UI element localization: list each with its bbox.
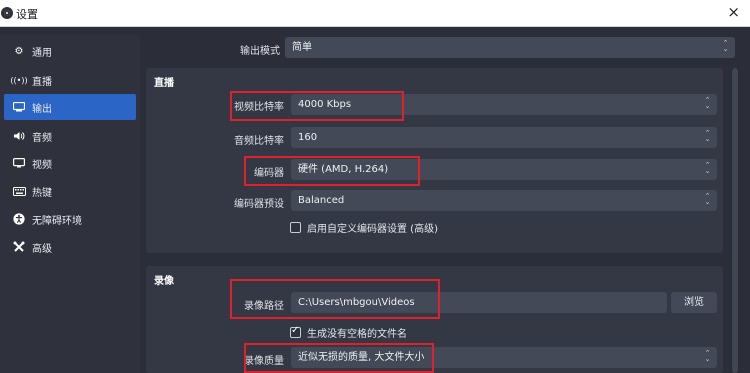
sidebar-item-label: 输出 xyxy=(32,103,52,115)
encoder-label: 编码器 xyxy=(254,168,284,179)
video-bitrate-value: 4000 Kbps xyxy=(298,99,352,110)
audio-bitrate-select[interactable]: 160 ⌃ ⌄ xyxy=(291,127,717,148)
sidebar-item-accessibility[interactable]: 无障碍环境 xyxy=(4,206,136,232)
sidebar-item-label: 音频 xyxy=(32,132,52,144)
chevron-updown-icon: ⌃ ⌄ xyxy=(704,129,711,143)
browse-button[interactable]: 浏览 xyxy=(671,292,717,313)
gear-icon: ⚙ xyxy=(14,45,24,57)
sidebar-item-label: 热键 xyxy=(32,187,52,199)
sidebar-item-general[interactable]: ⚙ 通用 xyxy=(4,38,136,64)
tools-icon xyxy=(11,241,27,253)
speaker-icon xyxy=(11,131,27,141)
recording-path-input[interactable]: C:\Users\mbgou\Videos xyxy=(291,292,667,313)
scrollbar-thumb[interactable] xyxy=(732,68,738,373)
recording-path-value: C:\Users\mbgou\Videos xyxy=(298,297,415,308)
encoder-preset-value: Balanced xyxy=(298,195,345,206)
sidebar-item-hotkeys[interactable]: 热键 xyxy=(4,178,136,204)
sidebar-item-label: 高级 xyxy=(32,243,52,255)
app-logo-icon xyxy=(1,7,13,19)
sidebar-item-label: 直播 xyxy=(32,76,52,88)
chevron-updown-icon: ⌃ ⌄ xyxy=(704,192,711,206)
window-title: 设置 xyxy=(16,8,38,21)
close-icon[interactable]: × xyxy=(727,3,740,21)
output-mode-select[interactable]: 简单 ⌃ ⌄ xyxy=(285,37,735,58)
chevron-updown-icon: ⌃ ⌄ xyxy=(722,39,729,53)
recording-quality-label: 录像质量 xyxy=(244,356,284,367)
encoder-preset-select[interactable]: Balanced ⌃ ⌄ xyxy=(291,190,717,211)
sidebar-item-label: 通用 xyxy=(32,47,52,59)
sidebar-item-audio[interactable]: 音频 xyxy=(4,123,136,149)
recording-path-label: 录像路径 xyxy=(244,301,284,312)
no-space-filename-label: 生成没有空格的文件名 xyxy=(307,329,407,340)
display-icon xyxy=(11,158,27,168)
checkbox-icon xyxy=(290,222,301,233)
keyboard-icon xyxy=(11,186,27,196)
sidebar-item-label: 视频 xyxy=(32,159,52,171)
recording-group-title: 录像 xyxy=(154,276,174,287)
chevron-updown-icon: ⌃ ⌄ xyxy=(704,349,711,363)
encoder-value: 硬件 (AMD, H.264) xyxy=(298,164,389,175)
accessibility-icon xyxy=(11,213,27,225)
sidebar-item-output[interactable]: 输出 xyxy=(4,94,136,120)
audio-bitrate-value: 160 xyxy=(298,132,318,143)
video-bitrate-spinbox[interactable]: 4000 Kbps ⌃ ⌄ xyxy=(291,94,717,115)
video-bitrate-label: 视频比特率 xyxy=(234,102,284,113)
stream-group-title: 直播 xyxy=(154,78,174,89)
settings-scrollbar[interactable] xyxy=(731,68,739,373)
sidebar-item-stream[interactable]: ((•)) 直播 xyxy=(4,67,136,93)
sidebar-item-label: 无障碍环境 xyxy=(32,215,82,227)
audio-bitrate-label: 音频比特率 xyxy=(234,136,284,147)
output-mode-value: 简单 xyxy=(292,42,312,53)
recording-quality-value: 近似无损的质量, 大文件大小 xyxy=(298,352,425,363)
sidebar-item-advanced[interactable]: 高级 xyxy=(4,234,136,260)
output-mode-label: 输出模式 xyxy=(240,46,280,57)
sidebar-item-video[interactable]: 视频 xyxy=(4,150,136,176)
encoder-select[interactable]: 硬件 (AMD, H.264) ⌃ ⌄ xyxy=(291,159,717,180)
title-bar: 设置 × xyxy=(0,0,750,27)
no-space-filename-checkbox[interactable]: 生成没有空格的文件名 xyxy=(290,325,407,340)
custom-encoder-checkbox-label: 启用自定义编码器设置 (高级) xyxy=(307,224,438,235)
checkbox-icon xyxy=(290,325,301,338)
custom-encoder-checkbox[interactable]: 启用自定义编码器设置 (高级) xyxy=(290,220,438,235)
chevron-updown-icon: ⌃ ⌄ xyxy=(704,161,711,175)
broadcast-icon: ((•)) xyxy=(10,75,28,85)
encoder-preset-label: 编码器预设 xyxy=(234,199,284,210)
settings-sidebar: ⚙ 通用 ((•)) 直播 输出 音频 视频 热键 无障碍环境 高级 xyxy=(0,35,140,373)
recording-quality-select[interactable]: 近似无损的质量, 大文件大小 ⌃ ⌄ xyxy=(291,347,717,368)
monitor-output-icon xyxy=(11,102,27,112)
chevron-updown-icon: ⌃ ⌄ xyxy=(704,96,711,110)
